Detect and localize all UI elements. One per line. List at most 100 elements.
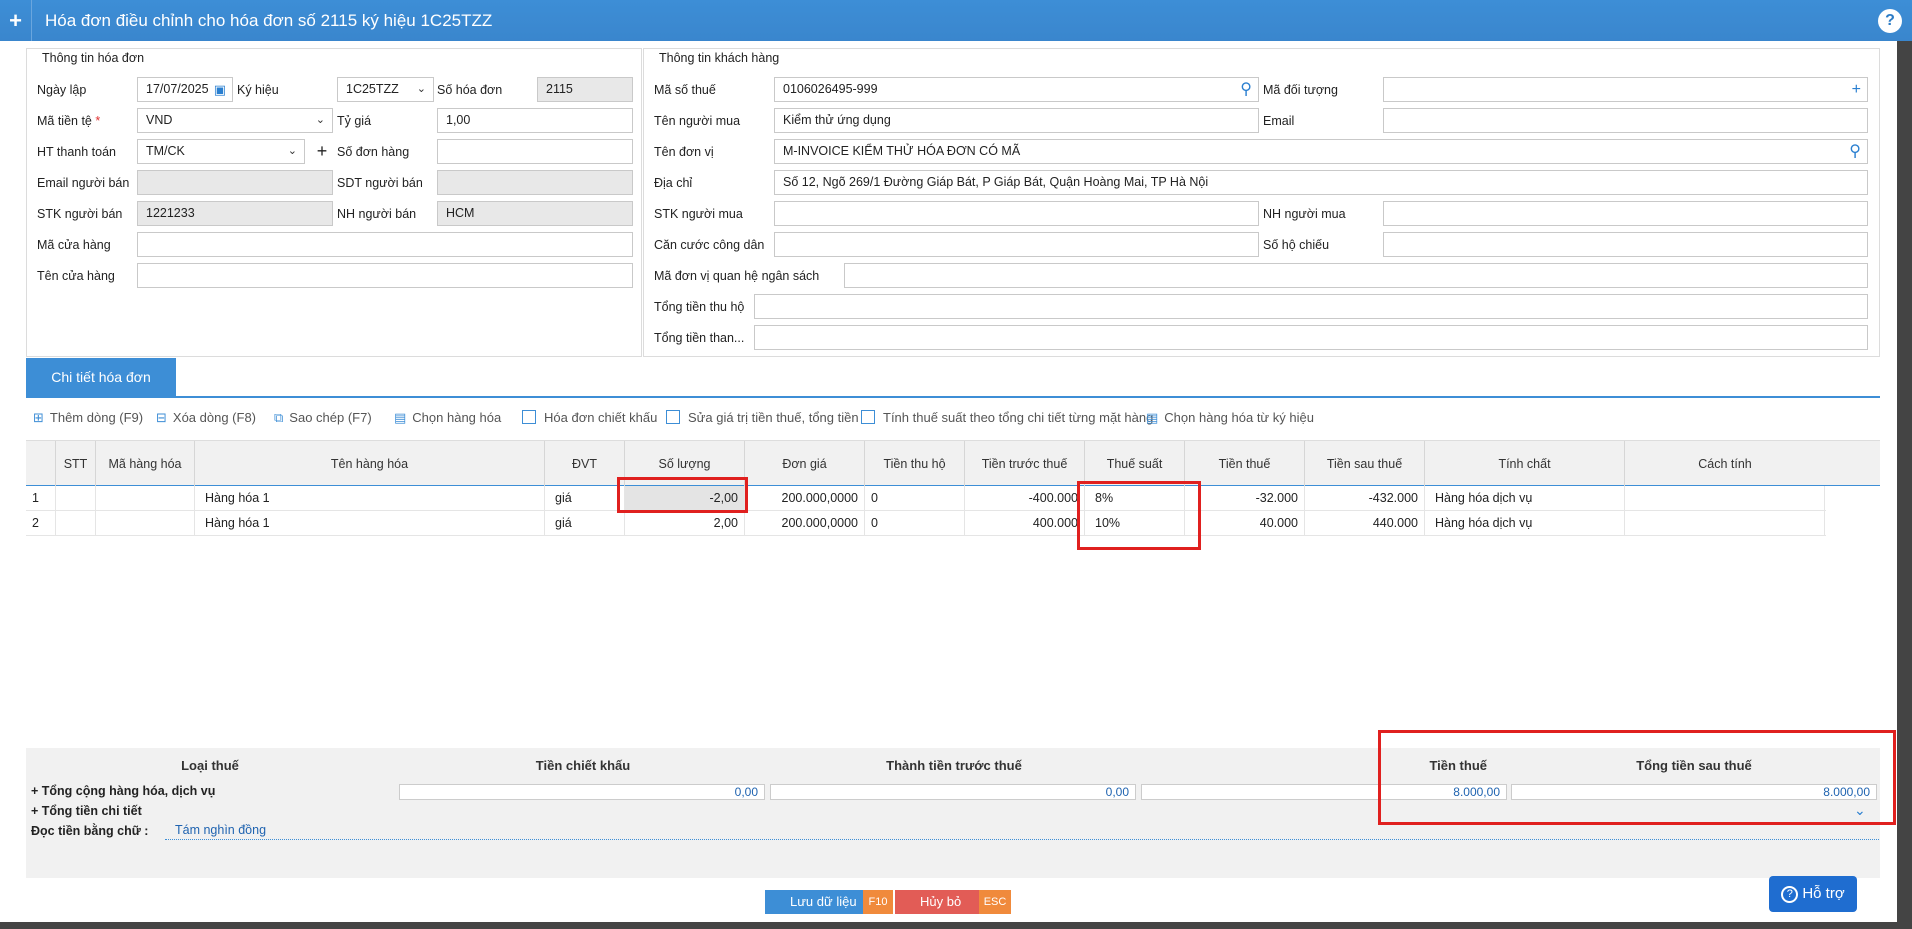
- ten-nguoi-mua-label: Tên người mua: [654, 114, 741, 128]
- grid-header-don-gia[interactable]: Đơn giá: [745, 441, 865, 487]
- cach-tinh-cell[interactable]: [1625, 511, 1825, 536]
- ma-doi-tuong-input[interactable]: +: [1383, 77, 1868, 102]
- truoc-thue-cell[interactable]: 400.000: [965, 511, 1085, 536]
- stt-cell[interactable]: [56, 511, 96, 536]
- grid-header-tinh-chat[interactable]: Tính chất: [1425, 441, 1625, 487]
- ten-don-vi-label: Tên đơn vị: [654, 145, 714, 159]
- grid-header-thu-ho[interactable]: Tiền thu hộ: [865, 441, 965, 487]
- chevron-down-icon: ⌄: [416, 83, 426, 95]
- dia-chi-input[interactable]: Số 12, Ngõ 269/1 Đường Giáp Bát, P Giáp …: [774, 170, 1868, 195]
- ten-cua-hang-label: Tên cửa hàng: [37, 269, 115, 283]
- tong-cong-label[interactable]: + Tổng cộng hàng hóa, dịch vụ: [31, 784, 215, 798]
- save-button[interactable]: Lưu dữ liệu F10: [765, 890, 893, 914]
- ma-don-vi-qhns-input[interactable]: [844, 263, 1868, 288]
- calendar-icon[interactable]: ▣: [214, 78, 226, 101]
- don-gia-cell[interactable]: 200.000,0000: [745, 511, 865, 536]
- highlight-so-luong: [617, 477, 748, 513]
- grid-header-ma[interactable]: Mã hàng hóa: [96, 441, 195, 487]
- so-don-hang-input[interactable]: [437, 139, 633, 164]
- truoc-thue-cell[interactable]: -400.000: [965, 486, 1085, 511]
- grid-header-dvt[interactable]: ĐVT: [545, 441, 625, 487]
- email-input[interactable]: [1383, 108, 1868, 133]
- ten-cell[interactable]: Hàng hóa 1: [195, 486, 545, 511]
- cach-tinh-cell[interactable]: [1625, 486, 1825, 511]
- ty-gia-input[interactable]: 1,00: [437, 108, 633, 133]
- ma-cua-hang-label: Mã cửa hàng: [37, 238, 111, 252]
- checkbox-icon: [861, 410, 875, 424]
- ma-cell[interactable]: [96, 511, 195, 536]
- grid-header-rownum: [26, 441, 56, 487]
- sua-gia-tri-checkbox[interactable]: Sửa giá trị tiền thuế, tổng tiền: [666, 408, 859, 428]
- don-gia-cell[interactable]: 200.000,0000: [745, 486, 865, 511]
- tien-thue-cell[interactable]: -32.000: [1185, 486, 1305, 511]
- search-icon[interactable]: ⚲: [1240, 78, 1252, 101]
- stk-nguoi-mua-input[interactable]: [774, 201, 1259, 226]
- ma-cell[interactable]: [96, 486, 195, 511]
- thu-ho-cell[interactable]: 0: [865, 511, 965, 536]
- ma-so-thue-label: Mã số thuế: [654, 83, 716, 97]
- cancel-button[interactable]: Hủy bỏ ESC: [895, 890, 1011, 914]
- so-luong-cell[interactable]: 2,00: [625, 511, 745, 536]
- ten-cell[interactable]: Hàng hóa 1: [195, 511, 545, 536]
- tong-tien-chi-tiet-label[interactable]: + Tổng tiền chi tiết: [31, 804, 142, 818]
- search-icon[interactable]: ⚲: [1849, 140, 1861, 163]
- support-button[interactable]: ? Hỗ trợ: [1769, 876, 1857, 912]
- tinh-thue-suat-checkbox[interactable]: Tính thuế suất theo tổng chi tiết từng m…: [861, 408, 1153, 428]
- sao-chep-button[interactable]: ⧉ Sao chép (F7): [274, 408, 372, 428]
- thu-ho-cell[interactable]: 0: [865, 486, 965, 511]
- tab-chi-tiet-hoa-don[interactable]: Chi tiết hóa đơn: [26, 358, 176, 396]
- xoa-dong-button[interactable]: ⊟ Xóa dòng (F8): [156, 408, 256, 428]
- email-nguoi-ban-label: Email người bán: [37, 176, 130, 190]
- ma-tien-te-select[interactable]: VND ⌄: [137, 108, 333, 133]
- table-row[interactable]: 1 Hàng hóa 1 giá -2,00 200.000,0000 0 -4…: [26, 486, 1826, 511]
- tinh-chat-cell[interactable]: Hàng hóa dịch vụ: [1425, 511, 1625, 536]
- them-dong-button[interactable]: ⊞ Thêm dòng (F9): [33, 408, 143, 428]
- tong-tien-thu-ho-input[interactable]: [754, 294, 1868, 319]
- them-dong-label: Thêm dòng (F9): [49, 410, 144, 425]
- ten-don-vi-value: M-INVOICE KIỂM THỬ HÓA ĐƠN CÓ MÃ: [783, 144, 1021, 158]
- ma-tien-te-label: Mã tiền tệ *: [37, 114, 100, 128]
- thanh-tien-truoc-thue-field[interactable]: 0,00: [770, 784, 1136, 800]
- dvt-cell[interactable]: giá: [545, 486, 625, 511]
- ht-thanh-toan-select[interactable]: TM/CK ⌄: [137, 139, 305, 164]
- can-cuoc-input[interactable]: [774, 232, 1259, 257]
- plus-square-icon: ⊞: [33, 410, 44, 425]
- sau-thue-cell[interactable]: -432.000: [1305, 486, 1425, 511]
- grid-header-cach-tinh[interactable]: Cách tính: [1625, 441, 1825, 487]
- ten-don-vi-input[interactable]: M-INVOICE KIỂM THỬ HÓA ĐƠN CÓ MÃ ⚲: [774, 139, 1868, 164]
- tien-thue-cell[interactable]: 40.000: [1185, 511, 1305, 536]
- ten-nguoi-mua-input[interactable]: Kiểm thử ứng dụng: [774, 108, 1259, 133]
- sao-chep-label: Sao chép (F7): [289, 410, 372, 425]
- support-label: Hỗ trợ: [1802, 885, 1845, 902]
- grid-header-truoc-thue[interactable]: Tiền trước thuế: [965, 441, 1085, 487]
- help-icon[interactable]: ?: [1878, 9, 1902, 33]
- ky-hieu-select[interactable]: 1C25TZZ ⌄: [337, 77, 434, 102]
- dia-chi-label: Địa chỉ: [654, 176, 693, 190]
- right-edge: [1897, 41, 1912, 922]
- ma-cua-hang-input[interactable]: [137, 232, 633, 257]
- grid-header-tien-thue[interactable]: Tiền thuế: [1185, 441, 1305, 487]
- chon-hang-hoa-button[interactable]: ▤ Chọn hàng hóa: [394, 408, 501, 428]
- grid-header-ten[interactable]: Tên hàng hóa: [195, 441, 545, 487]
- hoa-don-chiet-khau-checkbox[interactable]: Hóa đơn chiết khấu: [522, 408, 657, 428]
- add-icon[interactable]: +: [1852, 78, 1861, 101]
- stt-cell[interactable]: [56, 486, 96, 511]
- table-row[interactable]: 2 Hàng hóa 1 giá 2,00 200.000,0000 0 400…: [26, 511, 1826, 536]
- tong-tien-than-input[interactable]: [754, 325, 1868, 350]
- add-payment-icon[interactable]: +: [311, 139, 333, 164]
- nh-nguoi-mua-input[interactable]: [1383, 201, 1868, 226]
- tien-chiet-khau-field[interactable]: 0,00: [399, 784, 765, 800]
- dvt-cell[interactable]: giá: [545, 511, 625, 536]
- plus-icon[interactable]: +: [0, 0, 32, 41]
- ma-so-thue-input[interactable]: 0106026495-999 ⚲: [774, 77, 1259, 102]
- so-ho-chieu-input[interactable]: [1383, 232, 1868, 257]
- grid-header-sau-thue[interactable]: Tiền sau thuế: [1305, 441, 1425, 487]
- chevron-down-icon: ⌄: [287, 145, 297, 157]
- stk-nguoi-ban-field: 1221233: [137, 201, 333, 226]
- ten-cua-hang-input[interactable]: [137, 263, 633, 288]
- tinh-chat-cell[interactable]: Hàng hóa dịch vụ: [1425, 486, 1625, 511]
- chon-tu-ky-hieu-button[interactable]: ▤ Chọn hàng hóa từ ký hiệu: [1146, 408, 1314, 428]
- grid-header-stt[interactable]: STT: [56, 441, 96, 487]
- ngay-lap-input[interactable]: 17/07/2025 ▣: [137, 77, 233, 102]
- sau-thue-cell[interactable]: 440.000: [1305, 511, 1425, 536]
